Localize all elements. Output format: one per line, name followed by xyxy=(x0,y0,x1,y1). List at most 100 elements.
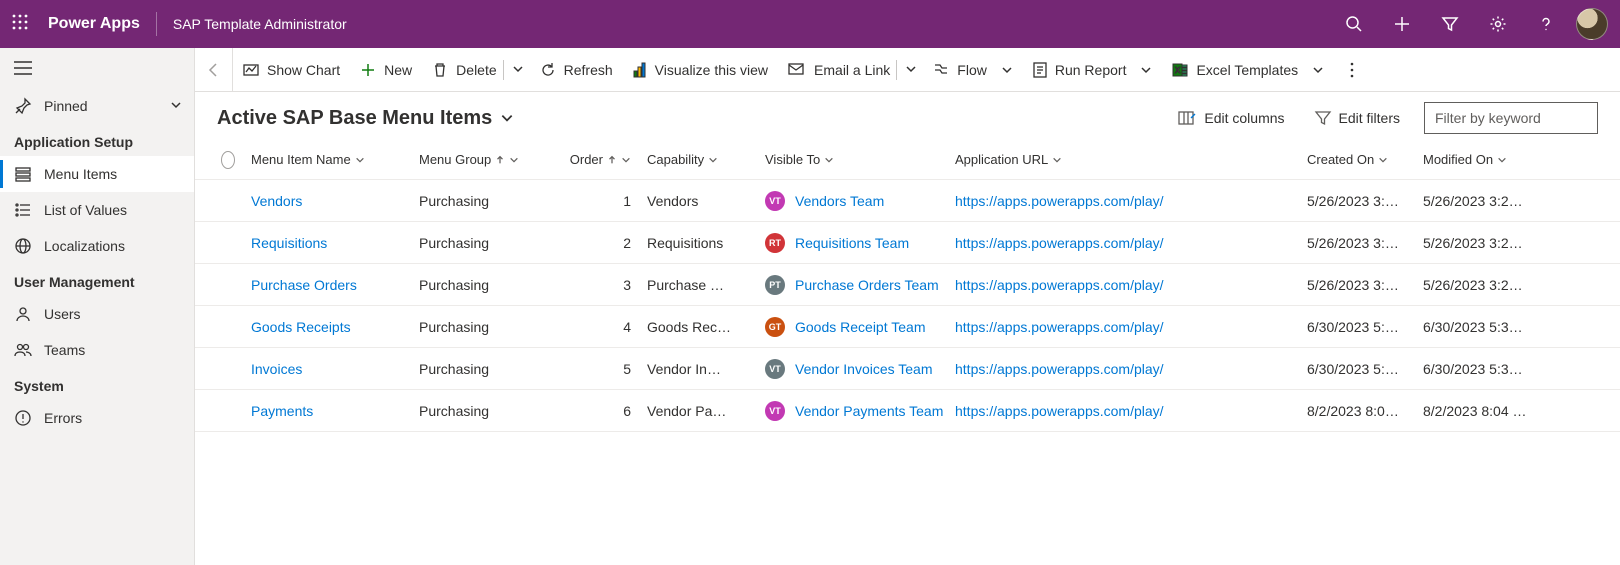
sidebar-item-list-of-values[interactable]: List of Values xyxy=(0,192,194,228)
row-team-link[interactable]: Vendors Team xyxy=(795,193,884,209)
chevron-down-icon xyxy=(355,155,365,165)
row-order: 5 xyxy=(561,361,639,377)
filter-keyword-input[interactable] xyxy=(1424,102,1598,134)
show-chart-label: Show Chart xyxy=(267,62,340,78)
row-visible-to: VTVendor Payments Team xyxy=(757,401,947,421)
row-order: 3 xyxy=(561,277,639,293)
row-capability: Vendor Pa… xyxy=(639,403,757,419)
user-avatar[interactable] xyxy=(1576,8,1608,40)
app-launcher-icon[interactable] xyxy=(12,14,32,34)
row-name-link[interactable]: Invoices xyxy=(251,361,302,377)
filter-funnel-icon[interactable] xyxy=(1426,0,1474,48)
help-icon[interactable] xyxy=(1522,0,1570,48)
run-report-label: Run Report xyxy=(1055,62,1127,78)
svg-text:X: X xyxy=(1175,66,1181,75)
chevron-down-icon xyxy=(500,111,514,125)
run-report-button[interactable]: Run Report xyxy=(1023,48,1163,92)
row-capability: Goods Rec… xyxy=(639,319,757,335)
team-avatar-badge: RT xyxy=(765,233,785,253)
row-created: 5/26/2023 3:… xyxy=(1299,193,1415,209)
row-capability: Vendor In… xyxy=(639,361,757,377)
flow-button[interactable]: Flow xyxy=(923,48,1023,92)
row-group: Purchasing xyxy=(411,277,561,293)
table-row[interactable]: InvoicesPurchasing5Vendor In…VTVendor In… xyxy=(195,348,1620,390)
sidebar-item-label: List of Values xyxy=(44,202,127,218)
chevron-down-icon xyxy=(509,155,519,165)
col-header-modified[interactable]: Modified On xyxy=(1423,152,1507,167)
row-name-link[interactable]: Requisitions xyxy=(251,235,327,251)
search-icon[interactable] xyxy=(1330,0,1378,48)
row-url-link[interactable]: https://apps.powerapps.com/play/ xyxy=(955,277,1164,293)
sidebar: Pinned Application SetupMenu Items List o… xyxy=(0,48,195,565)
row-visible-to: GTGoods Receipt Team xyxy=(757,317,947,337)
col-header-name[interactable]: Menu Item Name xyxy=(251,152,365,167)
chevron-down-icon xyxy=(621,155,631,165)
sidebar-item-menu-items[interactable]: Menu Items xyxy=(0,156,194,192)
sidebar-hamburger[interactable] xyxy=(0,48,194,88)
row-name-link[interactable]: Payments xyxy=(251,403,313,419)
row-team-link[interactable]: Requisitions Team xyxy=(795,235,909,251)
excel-templates-button[interactable]: X Excel Templates xyxy=(1162,48,1334,92)
edit-columns-button[interactable]: Edit columns xyxy=(1172,106,1290,130)
add-icon[interactable] xyxy=(1378,0,1426,48)
visualize-label: Visualize this view xyxy=(655,62,768,78)
sidebar-item-localizations[interactable]: Localizations xyxy=(0,228,194,264)
team-icon xyxy=(14,341,32,359)
row-modified: 5/26/2023 3:2… xyxy=(1415,277,1535,293)
visualize-button[interactable]: Visualize this view xyxy=(623,48,778,92)
new-button[interactable]: New xyxy=(350,48,422,92)
edit-filters-button[interactable]: Edit filters xyxy=(1309,106,1406,130)
more-commands-button[interactable] xyxy=(1334,62,1370,78)
row-url-link[interactable]: https://apps.powerapps.com/play/ xyxy=(955,235,1164,251)
refresh-label: Refresh xyxy=(564,62,613,78)
col-header-url[interactable]: Application URL xyxy=(955,152,1062,167)
table-row[interactable]: Goods ReceiptsPurchasing4Goods Rec…GTGoo… xyxy=(195,306,1620,348)
col-header-created[interactable]: Created On xyxy=(1307,152,1388,167)
row-url-link[interactable]: https://apps.powerapps.com/play/ xyxy=(955,403,1164,419)
email-link-button[interactable]: Email a Link xyxy=(778,48,894,92)
content-area: Show Chart New Delete Refresh Visualize … xyxy=(195,48,1620,565)
table-row[interactable]: RequisitionsPurchasing2RequisitionsRTReq… xyxy=(195,222,1620,264)
user-icon xyxy=(14,305,32,323)
sidebar-item-errors[interactable]: Errors xyxy=(0,400,194,436)
refresh-button[interactable]: Refresh xyxy=(530,48,623,92)
delete-label: Delete xyxy=(456,62,496,78)
table-row[interactable]: VendorsPurchasing1VendorsVTVendors Teamh… xyxy=(195,180,1620,222)
email-caret[interactable] xyxy=(899,62,923,78)
delete-caret[interactable] xyxy=(506,62,530,78)
sidebar-pinned[interactable]: Pinned xyxy=(0,88,194,124)
row-modified: 5/26/2023 3:2… xyxy=(1415,235,1535,251)
row-name-link[interactable]: Goods Receipts xyxy=(251,319,351,335)
excel-label: Excel Templates xyxy=(1196,62,1298,78)
row-name-link[interactable]: Purchase Orders xyxy=(251,277,357,293)
col-header-visible[interactable]: Visible To xyxy=(765,152,834,167)
col-header-capability[interactable]: Capability xyxy=(647,152,718,167)
row-team-link[interactable]: Vendor Invoices Team xyxy=(795,361,933,377)
sidebar-group-title: Application Setup xyxy=(0,124,194,156)
row-group: Purchasing xyxy=(411,193,561,209)
col-header-group[interactable]: Menu Group xyxy=(419,152,519,167)
row-team-link[interactable]: Purchase Orders Team xyxy=(795,277,939,293)
table-row[interactable]: Purchase OrdersPurchasing3Purchase …PTPu… xyxy=(195,264,1620,306)
row-capability: Vendors xyxy=(639,193,757,209)
row-url-link[interactable]: https://apps.powerapps.com/play/ xyxy=(955,319,1164,335)
row-team-link[interactable]: Vendor Payments Team xyxy=(795,403,943,419)
table-row[interactable]: PaymentsPurchasing6Vendor Pa…VTVendor Pa… xyxy=(195,390,1620,432)
settings-gear-icon[interactable] xyxy=(1474,0,1522,48)
row-visible-to: VTVendor Invoices Team xyxy=(757,359,947,379)
row-created: 5/26/2023 3:… xyxy=(1299,277,1415,293)
back-button[interactable] xyxy=(195,48,233,92)
sidebar-item-teams[interactable]: Teams xyxy=(0,332,194,368)
row-url-link[interactable]: https://apps.powerapps.com/play/ xyxy=(955,361,1164,377)
select-all-checkbox[interactable] xyxy=(213,151,243,169)
view-title[interactable]: Active SAP Base Menu Items xyxy=(217,107,514,130)
row-url-link[interactable]: https://apps.powerapps.com/play/ xyxy=(955,193,1164,209)
show-chart-button[interactable]: Show Chart xyxy=(233,48,350,92)
list-values-icon xyxy=(14,201,32,219)
delete-button[interactable]: Delete xyxy=(422,48,500,92)
new-label: New xyxy=(384,62,412,78)
sidebar-item-users[interactable]: Users xyxy=(0,296,194,332)
row-name-link[interactable]: Vendors xyxy=(251,193,302,209)
row-team-link[interactable]: Goods Receipt Team xyxy=(795,319,925,335)
col-header-order[interactable]: Order xyxy=(570,152,631,167)
